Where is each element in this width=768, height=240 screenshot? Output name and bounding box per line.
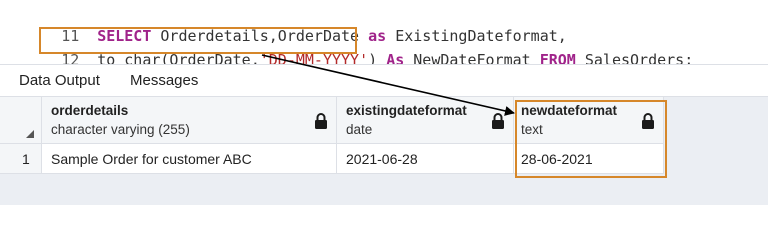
grid-corner-header[interactable] <box>0 97 42 144</box>
code-line-12: 12 to_char(OrderDate,'DD-MM-YYYY') As New… <box>0 27 693 69</box>
row-number[interactable]: 1 <box>0 144 42 174</box>
code-line-11: 11 SELECT Orderdetails,OrderDate as Exist… <box>0 3 567 45</box>
column-type: text <box>521 122 543 137</box>
grid-header-filler <box>664 97 768 144</box>
column-type: date <box>346 122 373 137</box>
column-header-existingdateformat[interactable]: existingdateformat date <box>337 97 514 144</box>
column-header-newdateformat[interactable]: newdateformat text <box>514 97 664 144</box>
column-name: newdateformat <box>521 103 618 118</box>
tab-messages[interactable]: Messages <box>130 65 198 96</box>
table-cell-newdateformat[interactable]: 28-06-2021 <box>514 144 664 174</box>
table-cell-orderdetails[interactable]: Sample Order for customer ABC <box>42 144 337 174</box>
column-name: orderdetails <box>51 103 129 118</box>
lock-icon <box>642 113 654 129</box>
sql-editor[interactable]: 11 SELECT Orderdetails,OrderDate as Exist… <box>0 0 768 69</box>
lock-icon <box>492 113 504 129</box>
result-grid: orderdetails character varying (255) exi… <box>0 97 768 205</box>
query-tool: 11 SELECT Orderdetails,OrderDate as Exist… <box>0 0 768 205</box>
lock-icon <box>315 113 327 129</box>
output-tab-bar: Data Output Messages <box>0 64 768 97</box>
column-name: existingdateformat <box>346 103 467 118</box>
select-all-triangle-icon[interactable] <box>26 130 34 138</box>
column-type: character varying (255) <box>51 122 190 137</box>
column-header-orderdetails[interactable]: orderdetails character varying (255) <box>42 97 337 144</box>
table-cell-existingdateformat[interactable]: 2021-06-28 <box>337 144 514 174</box>
tab-data-output[interactable]: Data Output <box>19 65 100 96</box>
